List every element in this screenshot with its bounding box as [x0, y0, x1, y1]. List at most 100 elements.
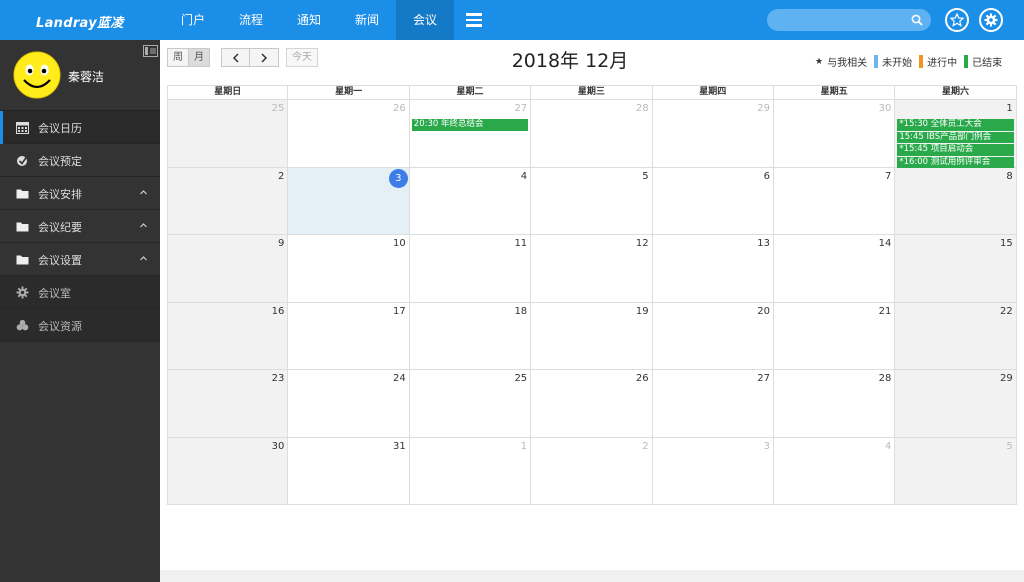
legend-swatch — [874, 55, 879, 68]
week-view-button[interactable]: 周 — [167, 48, 189, 67]
nav-item-portal[interactable]: 门户 — [164, 0, 222, 40]
calendar-day-cell[interactable]: 14 — [774, 235, 896, 302]
legend-finished: 已结束 — [964, 54, 1002, 69]
day-number: 26 — [635, 373, 649, 384]
day-number: 10 — [393, 238, 406, 249]
favorites-button[interactable] — [945, 8, 969, 32]
day-number: 15 — [1000, 238, 1013, 249]
calendar-event[interactable]: *15:30 全体员工大会 — [897, 119, 1014, 131]
footer-bar — [160, 570, 1024, 582]
calendar-day-cell[interactable]: 27 — [653, 370, 774, 437]
today-button[interactable]: 今天 — [286, 48, 318, 67]
sidebar-item-label: 会议室 — [38, 287, 71, 300]
calendar-day-cell[interactable]: 2 — [167, 167, 289, 234]
day-number: 11 — [514, 238, 528, 249]
calendar-day-cell[interactable]: 25 — [167, 100, 289, 167]
calendar-day-cell[interactable]: 12 — [531, 235, 653, 302]
calendar-day-cell[interactable]: 15 — [895, 235, 1017, 302]
calendar-day-cell[interactable]: 20 — [653, 302, 774, 369]
day-number: 18 — [514, 305, 528, 317]
nav-item-workflow[interactable]: 流程 — [222, 0, 280, 40]
sidebar-item-meeting-booking[interactable]: 会议预定 — [0, 144, 160, 177]
calendar-day-cell[interactable]: 13 — [653, 235, 774, 302]
settings-button[interactable] — [979, 8, 1003, 32]
calendar-day-cell[interactable]: 23 — [167, 370, 289, 437]
day-number: 5 — [642, 170, 649, 182]
month-view-button[interactable]: 月 — [189, 48, 210, 67]
sidebar-collapse-icon[interactable] — [143, 45, 158, 57]
nav-item-meeting[interactable]: 会议 — [396, 0, 454, 40]
nav-item-news[interactable]: 新闻 — [338, 0, 396, 40]
sidebar-item-meeting-room[interactable]: 会议室 — [0, 276, 160, 309]
calendar-day-cell[interactable]: 30 — [774, 100, 896, 167]
calendar-day-cell[interactable]: 7 — [774, 167, 896, 234]
calendar-day-cell[interactable]: 5 — [895, 437, 1017, 504]
chevron-up-icon[interactable] — [140, 189, 147, 196]
calendar-day-cell[interactable]: 17 — [288, 302, 410, 369]
calendar-day-cell[interactable]: 28 — [531, 100, 653, 167]
sidebar-item-meeting-arrangement[interactable]: 会议安排 — [0, 177, 160, 210]
nav-menu-button[interactable] — [454, 0, 494, 40]
calendar-week-row: 9 10 11 12 13 14 15 — [167, 235, 1017, 303]
calendar-event[interactable]: *16:00 测试用例评审会 — [897, 156, 1014, 168]
calendar-day-cell[interactable]: 25 — [410, 370, 532, 437]
prev-month-button[interactable] — [221, 48, 250, 67]
resource-icon — [16, 319, 29, 331]
menu-icon — [466, 13, 482, 16]
calendar-day-cell-today[interactable]: 3 — [288, 167, 410, 234]
calendar-day-cell[interactable]: 29 — [895, 370, 1017, 437]
calendar-day-cell[interactable]: 26 — [531, 370, 653, 437]
calendar-day-cell[interactable]: 24 — [288, 370, 410, 437]
calendar-day-cell[interactable]: 28 — [774, 370, 896, 437]
calendar-event[interactable]: 20:30 年终总结会 — [411, 119, 529, 131]
calendar-day-cell[interactable]: 22 — [895, 302, 1017, 369]
calendar-day-cell[interactable]: 11 — [410, 235, 532, 302]
calendar-day-cell[interactable]: 1 — [410, 437, 532, 504]
calendar-day-cell[interactable]: 19 — [531, 302, 653, 369]
calendar-day-cell[interactable]: 21 — [774, 302, 896, 369]
next-month-button[interactable] — [250, 48, 279, 67]
day-number: 29 — [1000, 373, 1013, 384]
sidebar-item-label: 会议纪要 — [38, 221, 82, 234]
calendar-day-cell[interactable]: 29 — [653, 100, 774, 167]
sidebar-item-meeting-resources[interactable]: 会议资源 — [0, 309, 160, 342]
calendar-day-cell[interactable]: 4 — [774, 437, 896, 504]
calendar-day-cell[interactable]: 31 — [288, 437, 410, 504]
sidebar-item-meeting-minutes[interactable]: 会议纪要 — [0, 210, 160, 243]
calendar-day-cell[interactable]: 6 — [653, 167, 774, 234]
avatar[interactable] — [13, 51, 61, 99]
nav-item-notice[interactable]: 通知 — [280, 0, 338, 40]
chevron-up-icon[interactable] — [140, 255, 147, 262]
day-number: 21 — [878, 305, 892, 317]
calendar-day-cell[interactable]: 16 — [167, 302, 289, 369]
sidebar: 秦蓉洁 会议日历 会议预定 会议安排 会议纪要 会议设置 会议室 会议资源 — [0, 40, 160, 582]
calendar-day-cell[interactable]: 9 — [167, 235, 289, 302]
calendar-day-cell[interactable]: 1 *15:30 全体员工大会 15:45 IBS产品部门例会 *15:45 项目启动… — [895, 100, 1017, 193]
calendar-event[interactable]: *15:45 项目启动会 — [897, 144, 1014, 156]
calendar-day-cell[interactable]: 4 — [410, 167, 532, 234]
calendar-day-cell[interactable]: 30 — [167, 437, 289, 504]
calendar-day-cell[interactable]: 10 — [288, 235, 410, 302]
sidebar-item-meeting-calendar[interactable]: 会议日历 — [0, 111, 160, 144]
calendar-day-cell[interactable]: 27 20:30 年终总结会 — [410, 100, 532, 167]
day-number: 4 — [884, 440, 892, 452]
sidebar-item-label: 会议日历 — [38, 122, 82, 135]
calendar-event[interactable]: 15:45 IBS产品部门例会 — [897, 131, 1014, 143]
calendar-day-cell[interactable]: 18 — [410, 302, 532, 369]
day-number: 30 — [878, 103, 892, 114]
day-number: 17 — [393, 305, 406, 317]
calendar-day-cell[interactable]: 5 — [531, 167, 653, 234]
app-logo[interactable]: Landray蓝凌 — [36, 12, 124, 31]
search-input[interactable] — [767, 9, 931, 31]
user-profile: 秦蓉洁 — [0, 40, 160, 111]
calendar-day-cell[interactable]: 3 — [653, 437, 774, 504]
calendar-day-cell[interactable]: 2 — [531, 437, 653, 504]
day-number: 27 — [757, 373, 770, 384]
sidebar-item-meeting-settings[interactable]: 会议设置 — [0, 243, 160, 276]
chevron-up-icon[interactable] — [140, 222, 147, 229]
search-icon[interactable] — [911, 14, 923, 26]
calendar-day-cell[interactable]: 8 — [895, 167, 1017, 234]
day-number: 6 — [763, 170, 770, 182]
star-icon — [950, 13, 964, 27]
calendar-day-cell[interactable]: 26 — [288, 100, 410, 167]
